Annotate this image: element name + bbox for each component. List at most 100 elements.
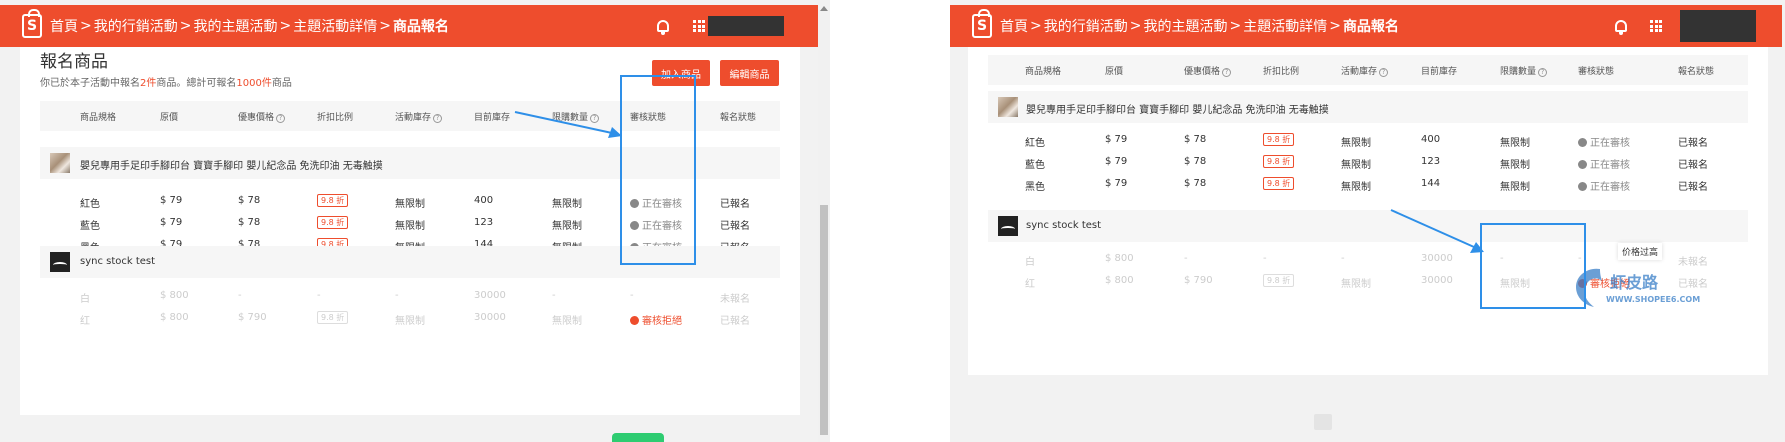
variant-promo-price: $ 78 bbox=[1184, 134, 1207, 145]
variant-signup-status: 已報名 bbox=[720, 199, 750, 210]
breadcrumb-separator: > bbox=[1329, 18, 1341, 34]
variant-current-stock: 400 bbox=[474, 195, 494, 206]
product-name[interactable]: 嬰兒專用手足印手腳印台 寶寶手腳印 嬰儿紀念品 免洗印油 无毒触摸 bbox=[80, 157, 383, 172]
watermark-logo: 虾皮路 WWW.SHOPEE6.COM bbox=[1570, 265, 1700, 315]
breadcrumb-separator: > bbox=[179, 18, 192, 34]
highlight-box bbox=[1480, 223, 1586, 309]
product-name[interactable]: sync stock test bbox=[1026, 220, 1101, 231]
help-icon[interactable]: ? bbox=[276, 114, 286, 123]
reject-icon bbox=[630, 316, 639, 325]
variant-spec: 白 bbox=[1025, 257, 1035, 268]
scroll-up-arrow-icon[interactable] bbox=[820, 6, 828, 11]
th-signup-status: 報名狀態 bbox=[720, 113, 757, 123]
breadcrumb-marketing[interactable]: 我的行銷活動 bbox=[1044, 16, 1128, 36]
section-title: 報名商品 bbox=[40, 52, 108, 72]
variant-review-status[interactable]: 審核拒絕 bbox=[630, 312, 682, 327]
breadcrumb-separator: > bbox=[80, 18, 92, 34]
variant-activity-stock: 無限制 bbox=[395, 199, 425, 210]
highlight-box bbox=[620, 75, 696, 265]
breadcrumb-home[interactable]: 首頁 bbox=[1000, 16, 1028, 36]
help-icon[interactable]: ? bbox=[433, 114, 443, 123]
edit-product-button[interactable]: 編輯商品 bbox=[720, 60, 779, 86]
product-name[interactable]: sync stock test bbox=[80, 256, 155, 267]
variant-current-stock: 123 bbox=[1421, 156, 1441, 167]
variant-discount: 9.8 折 bbox=[1263, 177, 1295, 190]
variant-spec: 白 bbox=[80, 294, 90, 305]
th-promo: 優惠價格? bbox=[238, 110, 286, 123]
variant-discount: 9.8 折 bbox=[1263, 133, 1295, 146]
th-discount: 折扣比例 bbox=[1263, 67, 1300, 77]
clock-icon bbox=[1578, 138, 1587, 147]
shopee-logo-icon[interactable]: S bbox=[972, 9, 992, 38]
watermark-url: WWW.SHOPEE6.COM bbox=[1606, 295, 1701, 304]
variant-activity-stock: 無限制 bbox=[1341, 160, 1371, 171]
account-redacted[interactable] bbox=[1680, 10, 1756, 42]
breadcrumb-theme-detail[interactable]: 主題活動詳情 bbox=[293, 16, 377, 36]
variant-activity-stock: 無限制 bbox=[1341, 279, 1371, 290]
screenshot-right: S 首頁 > 我的行銷活動 > 我的主題活動 > 主題活動詳情 > 商品報名 商… bbox=[950, 0, 1785, 442]
breadcrumb-theme-detail[interactable]: 主題活動詳情 bbox=[1243, 16, 1327, 36]
variant-review-status: 正在審核 bbox=[1578, 178, 1630, 193]
breadcrumb-separator: > bbox=[1229, 18, 1242, 34]
rejection-reason-tooltip: 价格过高 bbox=[1618, 243, 1663, 260]
variant-discount: 9.8 折 bbox=[1263, 155, 1295, 168]
product-row: sync stock test bbox=[988, 210, 1748, 242]
bell-icon[interactable] bbox=[1615, 20, 1627, 35]
variant-price: $ 79 bbox=[1105, 134, 1128, 145]
breadcrumb-marketing[interactable]: 我的行銷活動 bbox=[94, 16, 178, 36]
account-redacted[interactable] bbox=[708, 16, 784, 36]
product-name[interactable]: 嬰兒專用手足印手腳印台 寶寶手腳印 嬰儿紀念品 免洗印油 无毒触摸 bbox=[1026, 101, 1329, 116]
th-discount: 折扣比例 bbox=[317, 113, 354, 123]
variant-signup-status: 已報名 bbox=[720, 221, 750, 232]
variant-current-stock: 30000 bbox=[474, 312, 506, 323]
variant-limit: 無限制 bbox=[1500, 138, 1530, 149]
th-price: 原價 bbox=[1105, 67, 1124, 77]
variant-activity-stock: 無限制 bbox=[395, 316, 425, 327]
variant-promo-price: $ 790 bbox=[238, 312, 267, 323]
help-icon[interactable]: ? bbox=[1222, 68, 1232, 77]
breadcrumb-home[interactable]: 首頁 bbox=[50, 16, 78, 36]
variant-promo-price: $ 790 bbox=[1184, 275, 1213, 286]
product-thumbnail[interactable] bbox=[50, 252, 70, 272]
signup-products-card: 商品規格 原價 優惠價格? 折扣比例 活動庫存? 目前庫存 限購數量? 審核狀態… bbox=[968, 47, 1768, 375]
variant-limit: - bbox=[552, 290, 556, 301]
help-icon[interactable]: ? bbox=[1379, 68, 1389, 77]
th-limit: 限購數量? bbox=[1500, 64, 1548, 77]
product-thumbnail[interactable] bbox=[998, 216, 1018, 236]
variant-promo-price: $ 78 bbox=[238, 217, 261, 228]
breadcrumb-themes[interactable]: 我的主題活動 bbox=[1143, 16, 1227, 36]
top-navbar: S 首頁 > 我的行銷活動 > 我的主題活動 > 主題活動詳情 > 商品報名 bbox=[950, 5, 1782, 47]
bag-icon bbox=[1314, 414, 1332, 430]
variant-discount: 9.8 折 bbox=[317, 216, 349, 229]
variant-limit: 無限制 bbox=[552, 221, 582, 232]
variant-spec: 红 bbox=[80, 316, 90, 327]
apps-grid-icon[interactable] bbox=[1650, 20, 1662, 32]
help-icon[interactable]: ? bbox=[1538, 68, 1548, 77]
th-signup-status: 報名狀態 bbox=[1678, 67, 1715, 77]
th-price: 原價 bbox=[160, 113, 179, 123]
signup-summary: 你已於本子活動中報名2件商品。總計可報名1000件商品 bbox=[40, 78, 292, 89]
variant-spec: 红 bbox=[1025, 279, 1035, 290]
breadcrumb-themes[interactable]: 我的主題活動 bbox=[193, 16, 277, 36]
scrollbar[interactable] bbox=[818, 0, 830, 442]
floating-button[interactable] bbox=[612, 433, 664, 442]
breadcrumb: 首頁 > 我的行銷活動 > 我的主題活動 > 主題活動詳情 > 商品報名 bbox=[50, 16, 449, 36]
variant-promo-price: $ 78 bbox=[1184, 178, 1207, 189]
product-thumbnail[interactable] bbox=[50, 153, 70, 173]
product-thumbnail[interactable] bbox=[998, 97, 1018, 117]
shopee-logo-icon[interactable]: S bbox=[22, 9, 42, 38]
signup-products-card: 報名商品 你已於本子活動中報名2件商品。總計可報名1000件商品 加入商品 編輯… bbox=[20, 47, 800, 415]
variant-current-stock: 144 bbox=[1421, 178, 1441, 189]
variant-spec: 藍色 bbox=[1025, 160, 1045, 171]
variant-spec: 紅色 bbox=[80, 199, 100, 210]
breadcrumb-separator: > bbox=[379, 18, 391, 34]
th-current-stock: 目前庫存 bbox=[1421, 67, 1458, 77]
apps-grid-icon[interactable] bbox=[693, 20, 705, 32]
variant-current-stock: 123 bbox=[474, 217, 494, 228]
arrow-annotation bbox=[514, 111, 622, 138]
scrollbar-thumb[interactable] bbox=[820, 205, 828, 435]
clock-icon bbox=[1578, 182, 1587, 191]
bell-icon[interactable] bbox=[657, 20, 669, 35]
th-spec: 商品規格 bbox=[1025, 67, 1062, 77]
th-activity-stock: 活動庫存? bbox=[395, 110, 443, 123]
